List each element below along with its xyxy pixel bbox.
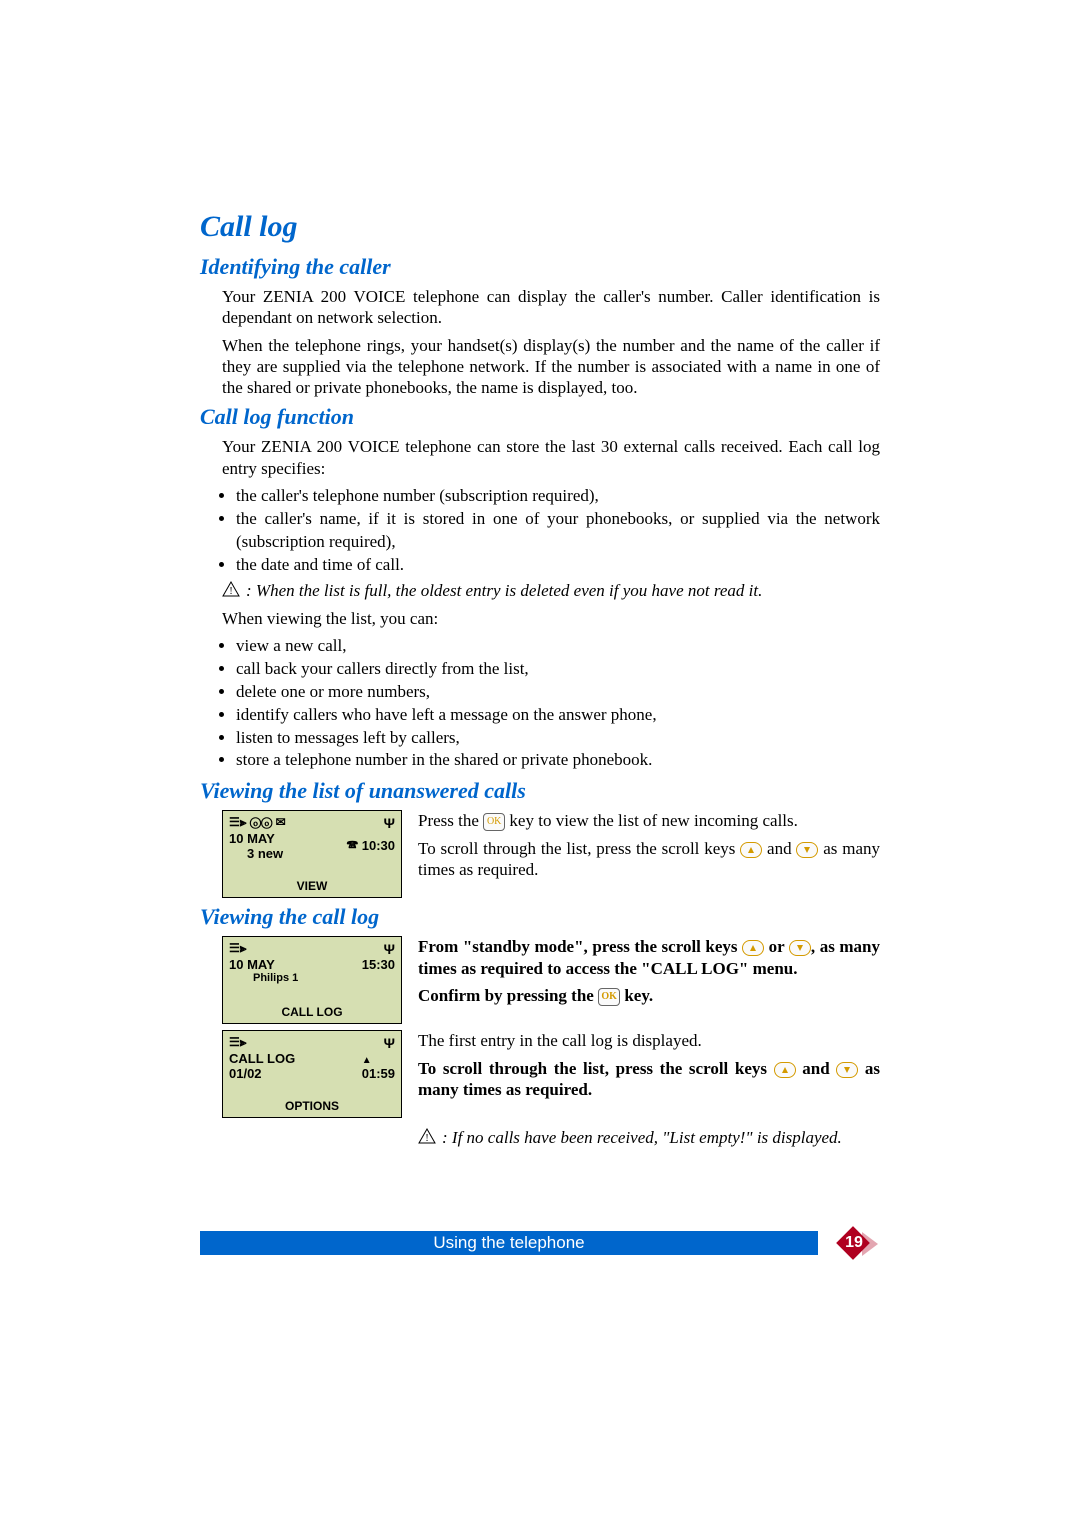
- lcd-date: 10 MAY: [229, 831, 275, 846]
- callerid-icon: ☰⫸: [229, 941, 247, 957]
- lcd-screen-calllog-menu: ☰⫸ Ψ 10 MAY 15:30 Philips 1 CALL LOG: [222, 936, 402, 1024]
- list-item: listen to messages left by callers,: [236, 727, 880, 750]
- heading-unanswered: Viewing the list of unanswered calls: [200, 778, 880, 804]
- lcd-time: 15:30: [362, 957, 395, 972]
- lcd-time: ▲01:59: [362, 1051, 395, 1081]
- lcd-softkey-view: VIEW: [223, 879, 401, 893]
- page-footer: Using the telephone 19: [200, 1226, 880, 1260]
- list-item: the date and time of call.: [236, 554, 880, 577]
- identifying-p2: When the telephone rings, your handset(s…: [222, 335, 880, 399]
- scroll-down-icon: [796, 842, 818, 858]
- heading-function: Call log function: [200, 404, 880, 430]
- first-entry-text: The first entry in the call log is displ…: [418, 1030, 880, 1051]
- page-number-badge: 19: [834, 1226, 880, 1260]
- unanswered-text1: Press the OK key to view the list of new…: [418, 810, 880, 831]
- antenna-icon: Ψ: [384, 815, 395, 831]
- lcd-screen-unanswered: ☰⫸ ⓞⓞ ✉ Ψ 10 MAY 3 new 🕿 10:30 VIEW: [222, 810, 402, 898]
- page-number: 19: [834, 1226, 874, 1260]
- warn-list-empty: : If no calls have been received, "List …: [442, 1128, 880, 1148]
- list-item: view a new call,: [236, 635, 880, 658]
- scroll-up-icon: [742, 940, 764, 956]
- unanswered-text2: To scroll through the list, press the sc…: [418, 838, 880, 881]
- viewlog-scroll: To scroll through the list, press the sc…: [418, 1058, 880, 1101]
- svg-text:!: !: [229, 586, 232, 597]
- scroll-up-icon: [740, 842, 762, 858]
- when-viewing: When viewing the list, you can:: [222, 608, 880, 629]
- list-item: the caller's telephone number (subscript…: [236, 485, 880, 508]
- list-item: call back your callers directly from the…: [236, 658, 880, 681]
- viewlog-block1: From "standby mode", press the scroll ke…: [418, 936, 880, 979]
- warning-icon: !: [418, 1128, 436, 1149]
- tape-reel-icon: 🕿 10:30: [347, 837, 395, 855]
- footer-section-title: Using the telephone: [200, 1231, 818, 1255]
- lcd-softkey-options: OPTIONS: [223, 1099, 401, 1113]
- heading-call-log: Call log: [200, 210, 880, 244]
- callerid-icon: ☰⫸ ⓞⓞ ✉: [229, 815, 286, 831]
- lcd-softkey-calllog: CALL LOG: [223, 1005, 401, 1019]
- scroll-up-icon: [774, 1062, 796, 1078]
- viewlog-confirm: Confirm by pressing the OK key.: [418, 985, 880, 1006]
- lcd-date: 10 MAY: [229, 957, 275, 972]
- lcd-index: 01/02: [229, 1066, 262, 1081]
- warn-list-full: : When the list is full, the oldest entr…: [246, 581, 762, 601]
- list-item: the caller's name, if it is stored in on…: [236, 508, 880, 554]
- antenna-icon: Ψ: [384, 1035, 395, 1051]
- heading-viewlog: Viewing the call log: [200, 904, 880, 930]
- lcd-screen-calllog-entry: ☰⫸ Ψ CALL LOG 01/02 ▲01:59 OPTIONS: [222, 1030, 402, 1118]
- function-specifies-list: the caller's telephone number (subscript…: [236, 485, 880, 577]
- ok-key-icon: OK: [598, 988, 620, 1006]
- lcd-name: Philips 1: [223, 972, 401, 984]
- list-item: identify callers who have left a message…: [236, 704, 880, 727]
- svg-text:!: !: [425, 1133, 428, 1144]
- list-item: store a telephone number in the shared o…: [236, 749, 880, 772]
- callerid-icon: ☰⫸: [229, 1035, 247, 1051]
- function-actions-list: view a new call, call back your callers …: [236, 635, 880, 773]
- heading-identifying: Identifying the caller: [200, 254, 880, 280]
- lcd-calllog-label: CALL LOG: [229, 1051, 295, 1066]
- list-item: delete one or more numbers,: [236, 681, 880, 704]
- warning-icon: !: [222, 581, 240, 602]
- antenna-icon: Ψ: [384, 941, 395, 957]
- identifying-p1: Your ZENIA 200 VOICE telephone can displ…: [222, 286, 880, 329]
- ok-key-icon: OK: [483, 813, 505, 831]
- function-intro: Your ZENIA 200 VOICE telephone can store…: [222, 436, 880, 479]
- lcd-new-count: 3 new: [229, 846, 283, 861]
- scroll-down-icon: [789, 940, 811, 956]
- scroll-down-icon: [836, 1062, 858, 1078]
